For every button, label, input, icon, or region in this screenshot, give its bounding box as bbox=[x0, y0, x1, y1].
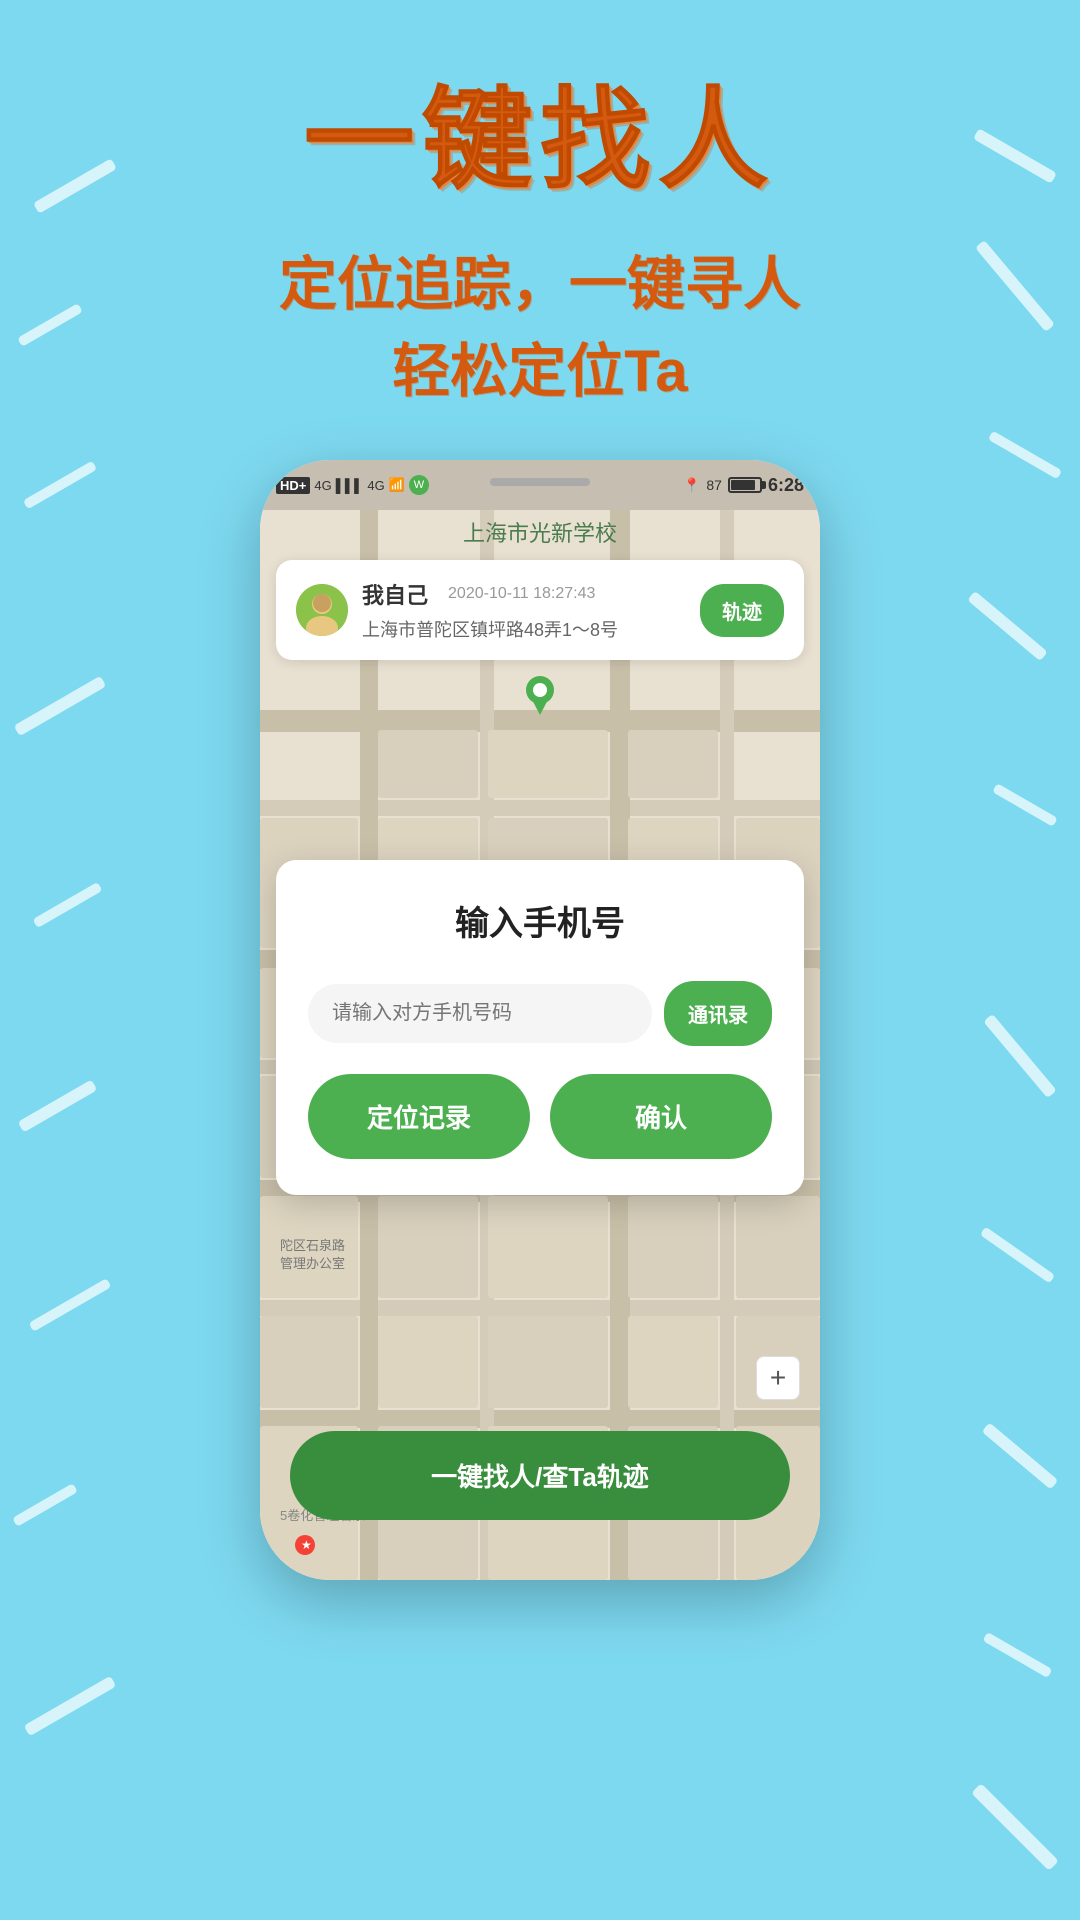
svg-text:★: ★ bbox=[301, 1538, 312, 1552]
contacts-button[interactable]: 通讯录 bbox=[664, 981, 772, 1046]
phone-mockup: 28号 29号 陀区石泉路 管理办公室 5卷化管理石泉 ★ HD+ 4G ▌▌▌… bbox=[260, 460, 820, 1580]
status-bar: HD+ 4G ▌▌▌ 4G 📶 W 📍 87 6:28 bbox=[260, 460, 820, 510]
hero-title: 一键找人 bbox=[0, 80, 1080, 201]
confirm-button[interactable]: 确认 bbox=[550, 1074, 772, 1159]
hero-subtitle-line2: 轻松定位Ta bbox=[0, 328, 1080, 415]
phone-number-input[interactable] bbox=[308, 984, 652, 1043]
battery-level: 87 bbox=[706, 477, 722, 493]
info-content: 我自己 2020-10-11 18:27:43 上海市普陀区镇坪路48弄1～8号 bbox=[362, 578, 686, 642]
status-time: 6:28 bbox=[768, 475, 804, 496]
hero-section: 一键找人 定位追踪，一键寻人 轻松定位Ta bbox=[0, 80, 1080, 415]
location-address: 上海市普陀区镇坪路48弄1～8号 bbox=[362, 616, 686, 642]
bottom-action-bar[interactable]: 一键找人/查Ta轨迹 bbox=[290, 1431, 790, 1520]
bottom-bar-label: 一键找人/查Ta轨迹 bbox=[431, 1462, 649, 1492]
map-zoom-plus-button[interactable]: + bbox=[756, 1356, 800, 1400]
avatar bbox=[296, 584, 348, 636]
location-record-button[interactable]: 定位记录 bbox=[308, 1074, 530, 1159]
hero-subtitle-line1: 定位追踪，一键寻人 bbox=[0, 241, 1080, 328]
dialog-title: 输入手机号 bbox=[308, 896, 772, 945]
track-button[interactable]: 轨迹 bbox=[700, 584, 784, 637]
phone-dialog: 输入手机号 通讯录 定位记录 确认 bbox=[276, 860, 804, 1195]
signal-4g2: 4G bbox=[367, 478, 384, 493]
status-bar-left: HD+ 4G ▌▌▌ 4G 📶 W bbox=[276, 475, 429, 495]
hd-badge: HD+ bbox=[276, 477, 310, 494]
signal-bars: ▌▌▌ bbox=[336, 478, 364, 493]
input-row: 通讯录 bbox=[308, 981, 772, 1046]
info-name-row: 我自己 2020-10-11 18:27:43 bbox=[362, 578, 686, 610]
svg-text:陀区石泉路: 陀区石泉路 bbox=[280, 1238, 345, 1253]
wechat-icon: W bbox=[409, 475, 429, 495]
map-title-bar: 上海市光新学校 bbox=[260, 510, 820, 554]
wifi-icon: 📶 bbox=[389, 477, 405, 493]
svg-text:管理办公室: 管理办公室 bbox=[280, 1256, 345, 1271]
signal-4g1: 4G bbox=[314, 478, 331, 493]
battery-icon bbox=[728, 477, 762, 493]
location-icon: 📍 bbox=[683, 477, 700, 494]
user-name: 我自己 bbox=[362, 578, 428, 610]
map-location-label: 上海市光新学校 bbox=[463, 516, 617, 548]
info-card: 我自己 2020-10-11 18:27:43 上海市普陀区镇坪路48弄1～8号… bbox=[276, 560, 804, 660]
dialog-buttons: 定位记录 确认 bbox=[308, 1074, 772, 1159]
status-bar-right: 📍 87 6:28 bbox=[683, 475, 804, 496]
location-time: 2020-10-11 18:27:43 bbox=[448, 585, 595, 603]
hero-subtitle: 定位追踪，一键寻人 轻松定位Ta bbox=[0, 241, 1080, 415]
